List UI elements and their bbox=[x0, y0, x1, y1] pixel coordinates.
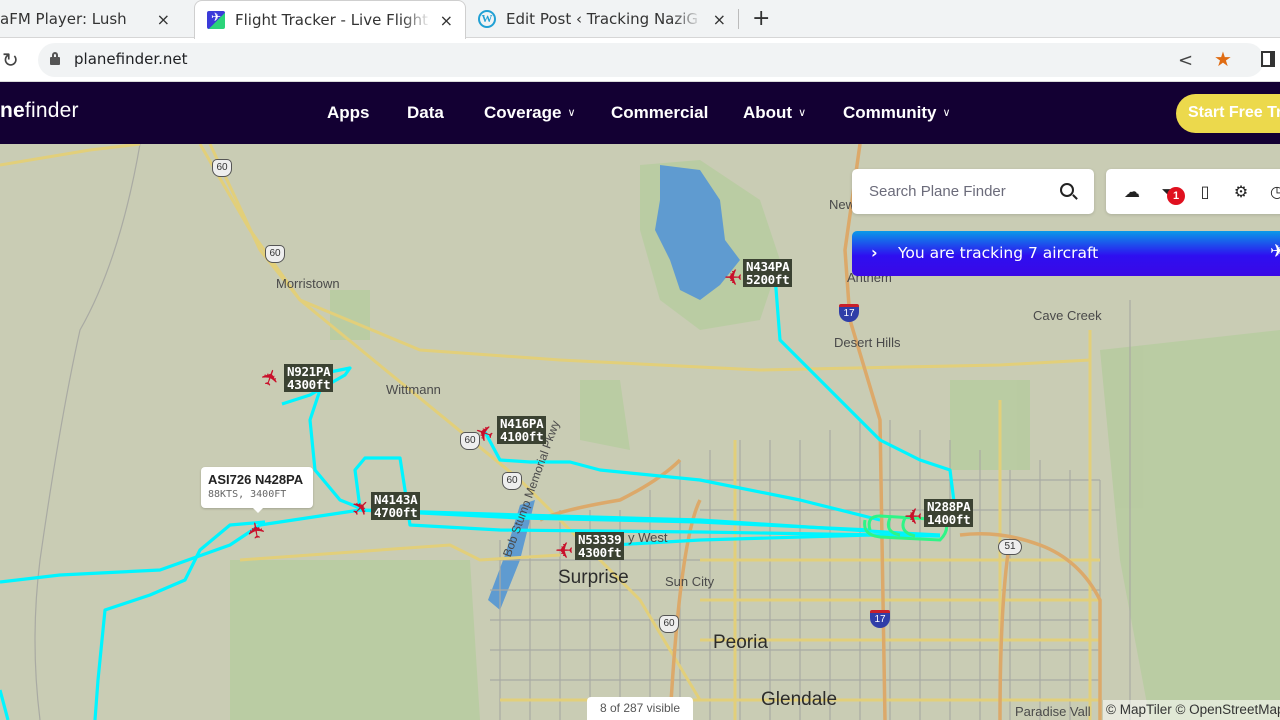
airplane-icon[interactable]: ✈ bbox=[1270, 241, 1280, 262]
logo-rest: finder bbox=[24, 99, 79, 122]
tracking-text: You are tracking 7 aircraft bbox=[898, 244, 1099, 262]
side-panel-icon[interactable] bbox=[1261, 51, 1275, 67]
chevron-down-icon: ∨ bbox=[942, 107, 951, 119]
tab-edit-post[interactable]: W Edit Post ‹ Tracking NaziG × bbox=[466, 0, 738, 38]
bookmark-star-icon[interactable]: ★ bbox=[1214, 47, 1232, 71]
nav-label: Coverage bbox=[484, 103, 562, 122]
us-route-shield: 60 bbox=[265, 245, 285, 263]
selected-aircraft-icon[interactable]: ✈ bbox=[244, 516, 272, 544]
place-label: Wittmann bbox=[386, 382, 441, 397]
lock-icon[interactable] bbox=[50, 52, 60, 65]
aircraft-label[interactable]: N921PA 4300ft bbox=[284, 364, 334, 392]
aircraft-altitude: 4300ft bbox=[578, 545, 622, 560]
nav-commercial[interactable]: Commercial bbox=[611, 103, 708, 123]
map-toolbar: ☁ ⏷ ▯ ⚙ ◷ bbox=[1106, 169, 1280, 214]
close-tab-icon[interactable]: × bbox=[713, 10, 726, 29]
nav-label: About bbox=[743, 103, 793, 122]
nav-about[interactable]: About ∨ bbox=[743, 103, 806, 123]
tab-afm-player[interactable]: aFM Player: Lush × bbox=[0, 0, 182, 38]
place-label: Desert Hills bbox=[834, 335, 901, 350]
us-route-shield: 60 bbox=[659, 615, 679, 633]
planefinder-icon bbox=[207, 10, 225, 29]
bookmark-icon[interactable]: ▯ bbox=[1195, 182, 1215, 201]
aircraft-altitude: 4100ft bbox=[500, 429, 544, 444]
weather-icon[interactable]: ☁ bbox=[1122, 182, 1142, 201]
aircraft-altitude: 4700ft bbox=[374, 505, 418, 520]
logo-bold: ne bbox=[0, 99, 25, 122]
aircraft-icon[interactable]: ✈ bbox=[552, 536, 576, 561]
search-box[interactable]: Search Plane Finder bbox=[852, 169, 1094, 214]
aircraft-altitude: 5200ft bbox=[746, 272, 790, 287]
tab-title: Flight Tracker - Live Flight bbox=[235, 11, 428, 29]
nav-label: Commercial bbox=[611, 103, 709, 122]
search-input[interactable]: Search Plane Finder bbox=[869, 183, 1006, 200]
chevron-right-icon[interactable]: › bbox=[871, 243, 878, 262]
aircraft-label[interactable]: N4143A 4700ft bbox=[371, 492, 421, 520]
settings-gear-icon[interactable]: ⚙ bbox=[1231, 182, 1251, 201]
place-label: Cave Creek bbox=[1033, 308, 1102, 323]
tab-title: aFM Player: Lush bbox=[0, 10, 127, 28]
history-icon[interactable]: ◷ bbox=[1267, 182, 1280, 201]
place-label: Glendale bbox=[761, 689, 838, 710]
place-label: Morristown bbox=[276, 276, 340, 291]
address-bar-row: ↻ planefinder.net < ★ bbox=[0, 38, 1280, 82]
wordpress-icon: W bbox=[478, 10, 496, 28]
state-route-shield: 51 bbox=[998, 539, 1022, 555]
nav-community[interactable]: Community ∨ bbox=[843, 103, 951, 123]
chevron-down-icon: ∨ bbox=[567, 107, 576, 119]
aircraft-label[interactable]: N416PA 4100ft bbox=[497, 416, 547, 444]
aircraft-icon[interactable]: ✈ bbox=[721, 263, 745, 288]
tracking-banner[interactable]: › You are tracking 7 aircraft ✈ bbox=[852, 231, 1280, 276]
nav-data[interactable]: Data bbox=[407, 103, 444, 123]
planefinder-logo[interactable]: nefinder bbox=[0, 99, 79, 123]
aircraft-altitude: 1400ft bbox=[927, 512, 971, 527]
tab-title: Edit Post ‹ Tracking NaziG bbox=[506, 10, 699, 28]
map-attribution[interactable]: © MapTiler © OpenStreetMap bbox=[1103, 700, 1280, 720]
nav-label: Data bbox=[407, 103, 444, 122]
popup-detail: 88KTS, 3400FT bbox=[208, 489, 287, 500]
reload-icon[interactable]: ↻ bbox=[2, 48, 19, 72]
place-label: Peoria bbox=[713, 632, 768, 653]
aircraft-label[interactable]: N288PA 1400ft bbox=[924, 499, 974, 527]
start-free-trial-button[interactable]: Start Free Tr bbox=[1176, 94, 1280, 133]
tab-flight-tracker[interactable]: Flight Tracker - Live Flight × bbox=[194, 0, 466, 39]
us-route-shield: 60 bbox=[502, 472, 522, 490]
browser-tab-strip: aFM Player: Lush × Flight Tracker - Live… bbox=[0, 0, 1280, 39]
nav-label: Community bbox=[843, 103, 937, 122]
nav-apps[interactable]: Apps bbox=[327, 103, 370, 123]
flight-tracks bbox=[0, 274, 957, 720]
popup-title: ASI726 N428PA bbox=[208, 472, 304, 487]
site-header: nefinder Apps Data Coverage ∨ Commercial … bbox=[0, 82, 1280, 144]
tab-separator bbox=[738, 9, 739, 29]
place-label: y West bbox=[628, 530, 668, 545]
new-tab-button[interactable]: + bbox=[752, 6, 770, 31]
place-label: Paradise Vall bbox=[1015, 704, 1091, 719]
omnibox[interactable]: planefinder.net bbox=[38, 43, 1264, 77]
url-text[interactable]: planefinder.net bbox=[74, 50, 188, 68]
nav-label: Apps bbox=[327, 103, 370, 122]
share-icon[interactable]: < bbox=[1178, 50, 1193, 71]
chevron-down-icon: ∨ bbox=[798, 107, 807, 119]
us-route-shield: 60 bbox=[212, 159, 232, 177]
place-label: Sun City bbox=[665, 574, 715, 589]
aircraft-popup[interactable]: ASI726 N428PA 88KTS, 3400FT bbox=[201, 467, 313, 513]
aircraft-altitude: 4300ft bbox=[287, 377, 331, 392]
aircraft-label[interactable]: N53339 4300ft bbox=[575, 532, 625, 560]
aircraft-icon[interactable]: ✈ bbox=[901, 502, 925, 527]
nav-coverage[interactable]: Coverage ∨ bbox=[484, 103, 576, 123]
aircraft-label[interactable]: N434PA 5200ft bbox=[743, 259, 793, 287]
place-label: Surprise bbox=[558, 567, 629, 588]
close-tab-icon[interactable]: × bbox=[157, 10, 170, 29]
search-icon[interactable] bbox=[1060, 183, 1074, 197]
close-tab-icon[interactable]: × bbox=[440, 11, 453, 30]
filter-count-badge: 1 bbox=[1167, 187, 1185, 205]
visible-count: 8 of 287 visible bbox=[587, 697, 693, 720]
